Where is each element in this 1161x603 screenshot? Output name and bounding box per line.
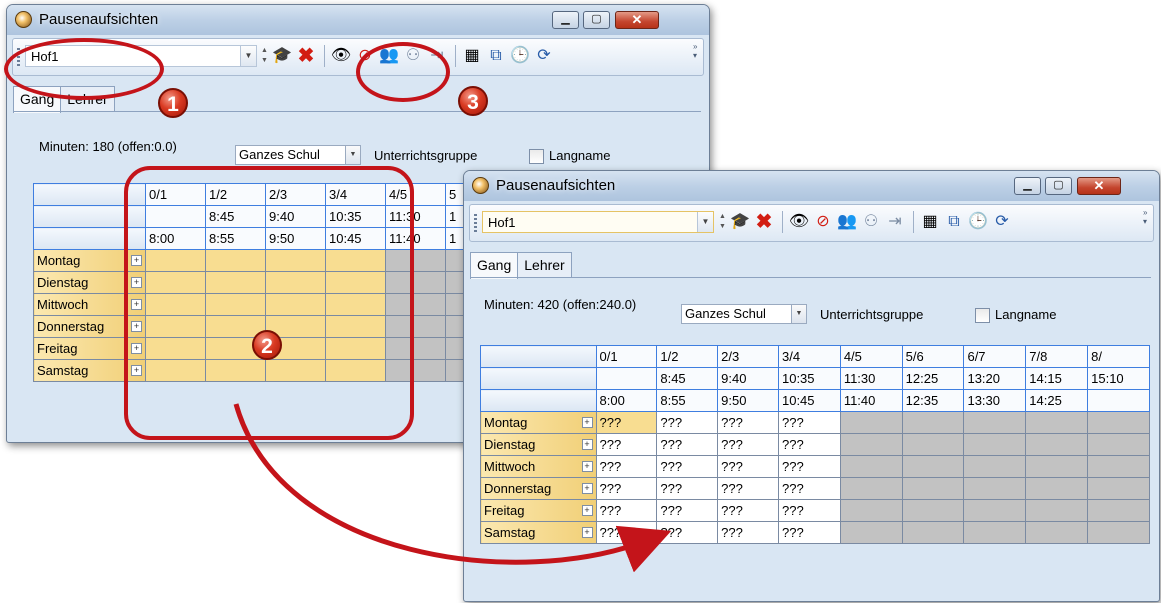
- annotation-arrow: [233, 403, 672, 573]
